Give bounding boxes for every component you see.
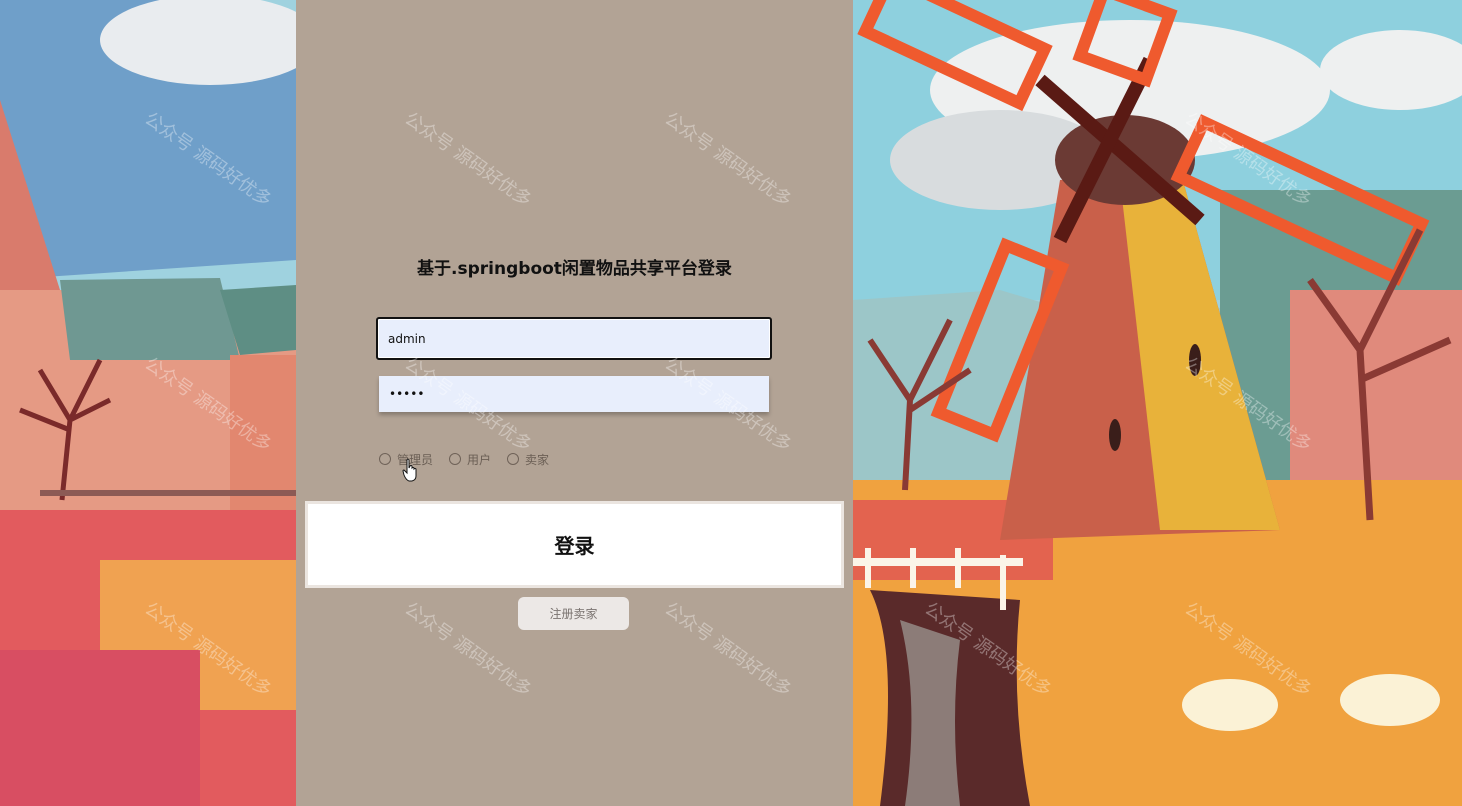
login-panel: 基于.springboot闲置物品共享平台登录 管理员 用户 卖家 登录 注册卖… [296, 0, 853, 806]
role-option-user[interactable]: 用户 [449, 451, 491, 468]
role-label-user: 用户 [467, 452, 492, 467]
radio-admin[interactable] [379, 453, 391, 465]
radio-seller[interactable] [507, 453, 520, 465]
role-label-seller: 卖家 [525, 452, 550, 467]
register-seller-button[interactable]: 注册卖家 [518, 597, 629, 630]
role-option-seller[interactable]: 卖家 [507, 451, 549, 468]
login-page: 基于.springboot闲置物品共享平台登录 管理员 用户 卖家 登录 注册卖… [0, 0, 1462, 806]
login-button[interactable]: 登录 [305, 501, 844, 588]
password-input[interactable] [379, 376, 769, 412]
radio-user[interactable] [449, 453, 462, 465]
hand-pointer-icon [402, 458, 417, 482]
username-input[interactable] [376, 317, 772, 360]
page-title: 基于.springboot闲置物品共享平台登录 [417, 259, 732, 279]
